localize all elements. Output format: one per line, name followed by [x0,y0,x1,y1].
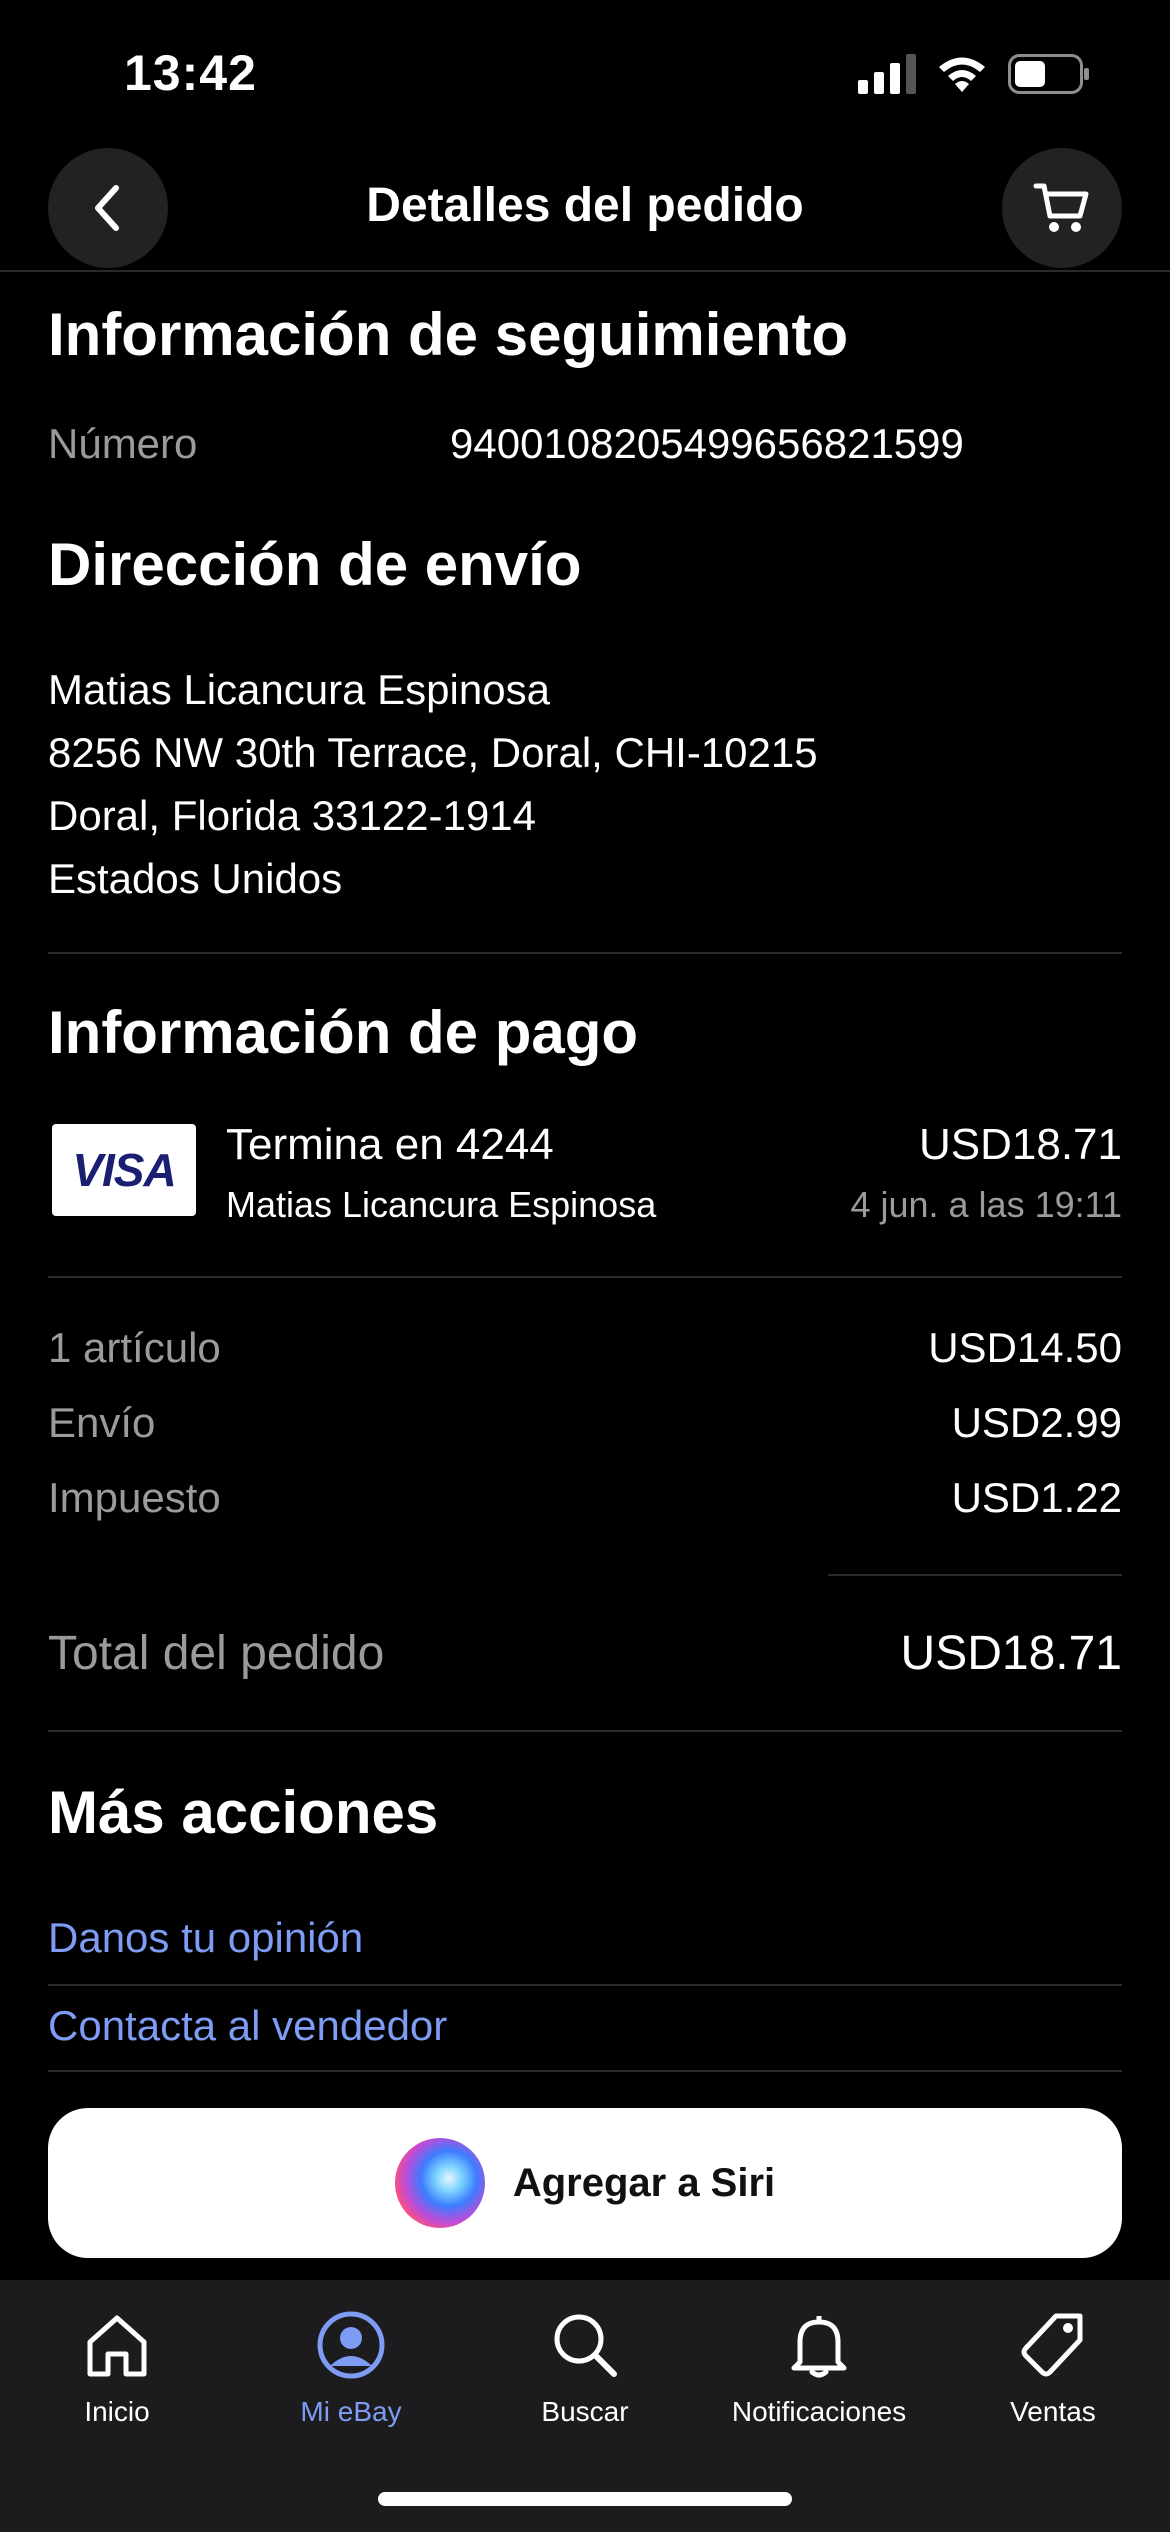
feedback-link[interactable]: Danos tu opinión [48,1914,363,1962]
card-brand: VISA [72,1144,176,1196]
summary-value: USD1.22 [951,1474,1122,1521]
payment-amount: USD18.71 [918,1120,1122,1169]
order-total-label: Total del pedido [48,1627,385,1680]
divider [48,1730,1122,1732]
cart-button[interactable] [1002,148,1122,268]
shipping-address: Matias Licancura Espinosa 8256 NW 30th T… [48,658,818,910]
summary-label: Envío [48,1399,156,1446]
home-icon [87,2315,147,2377]
contact-seller-link[interactable]: Contacta al vendedor [48,2002,447,2050]
summary-value: USD2.99 [951,1399,1122,1446]
navigation-bar: Detalles del pedido [0,140,1170,272]
address-line: 8256 NW 30th Terrace, Doral, CHI-10215 [48,729,818,776]
tab-home[interactable]: Inicio [0,2308,234,2458]
address-line: Doral, Florida 33122-1914 [48,792,536,839]
card-holder: Matias Licancura Espinosa [226,1184,657,1225]
tab-label: Notificaciones [731,2396,907,2427]
subtotal-divider [828,1574,1122,1576]
tag-icon [1021,2313,1083,2377]
divider [48,1984,1122,1986]
tab-search[interactable]: Buscar [468,2308,702,2458]
tab-notifications[interactable]: Notificaciones [702,2308,936,2458]
add-to-siri-button[interactable]: Agregar a Siri [48,2108,1122,2258]
tab-selling[interactable]: Ventas [936,2308,1170,2458]
tracking-number-label: Número [48,420,198,467]
summary-value: USD14.50 [928,1324,1122,1371]
tab-label: Inicio [84,2396,150,2427]
status-bar: 13:42 [0,0,1170,140]
payment-date: 4 jun. a las 19:11 [850,1184,1122,1225]
home-indicator [378,2492,792,2506]
visa-card-logo: VISA [52,1124,196,1216]
divider [48,952,1122,954]
cellular-signal-icon [858,54,916,94]
card-ending: Termina en 4244 [226,1120,554,1169]
payment-section-title: Información de pago [48,999,639,1066]
divider [48,1276,1122,1278]
tracking-section-title: Información de seguimiento [48,301,849,368]
more-actions-title: Más acciones [48,1779,439,1846]
cart-icon [1033,183,1089,232]
bell-icon [791,2316,847,2378]
status-icons [858,54,1090,94]
order-total-value: USD18.71 [900,1627,1122,1680]
search-icon [554,2314,617,2377]
battery-icon [1008,54,1089,94]
tab-label: Ventas [1010,2396,1096,2427]
summary-label: Impuesto [48,1474,221,1521]
summary-label: 1 artículo [48,1324,221,1371]
wifi-icon [939,57,985,92]
siri-icon [394,2138,485,2228]
shipping-section-title: Dirección de envío [48,531,582,598]
status-time: 13:42 [124,45,257,101]
page-title: Detalles del pedido [366,179,804,232]
address-line: Matias Licancura Espinosa [48,666,550,713]
tracking-number-value[interactable]: 9400108205499656821599 [450,420,964,468]
add-to-siri-label: Agregar a Siri [512,2160,776,2205]
profile-icon [317,2311,385,2379]
divider [48,2070,1122,2072]
tab-my-ebay[interactable]: Mi eBay [234,2308,468,2458]
tab-label: Buscar [541,2396,629,2427]
tab-label: Mi eBay [300,2396,402,2427]
address-line: Estados Unidos [48,855,343,902]
